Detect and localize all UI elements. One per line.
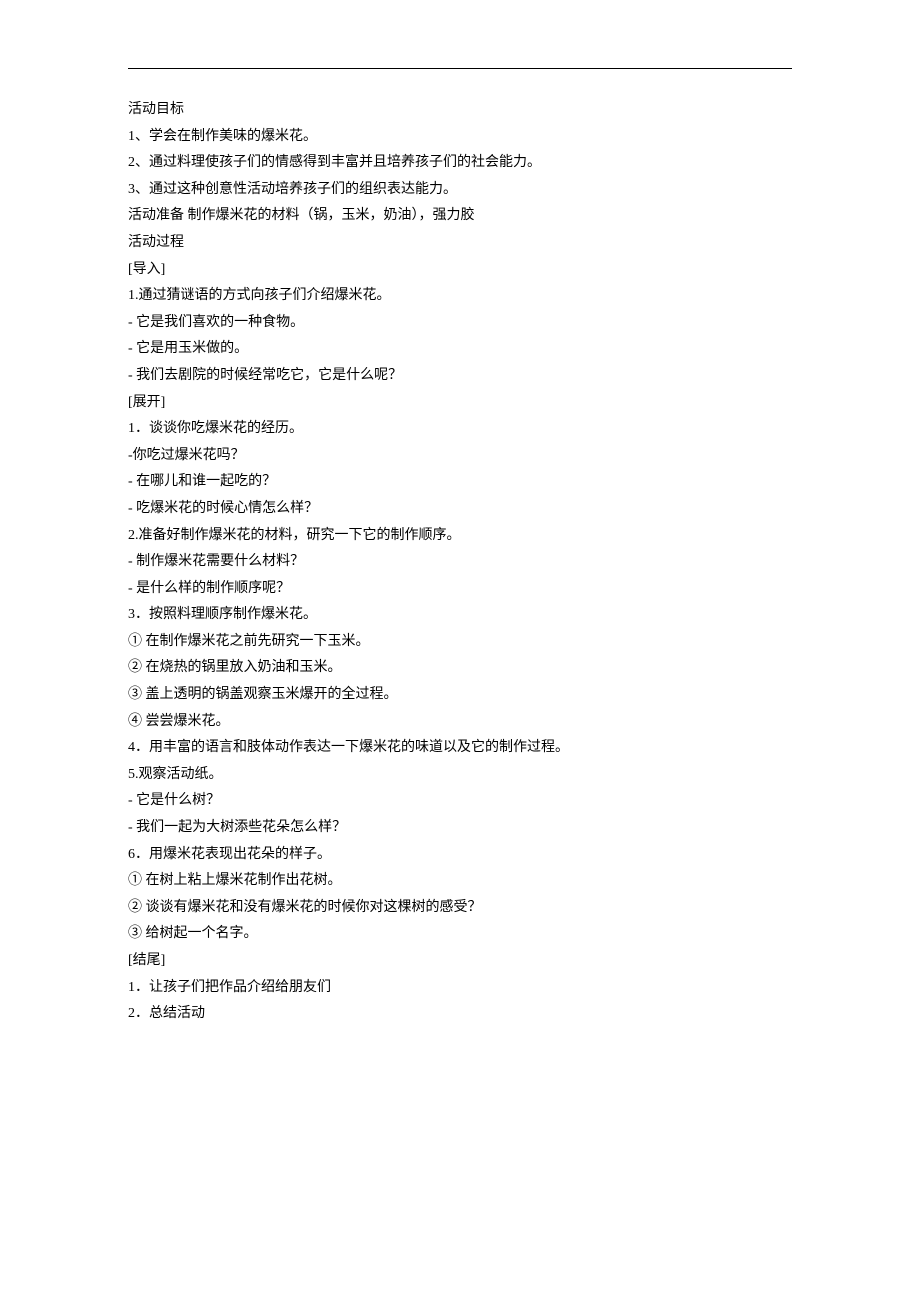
text-line: - 是什么样的制作顺序呢？ [128,576,792,603]
document-page: 活动目标 1、学会在制作美味的爆米花。 2、通过料理使孩子们的情感得到丰富并且培… [0,0,920,1302]
top-rule [128,68,792,69]
text-line: 活动准备 制作爆米花的材料（锅，玉米，奶油），强力胶 [128,203,792,230]
text-line: [结尾] [128,948,792,975]
text-line: [展开] [128,390,792,417]
text-line: ③ 给树起一个名字。 [128,921,792,948]
text-line: - 它是什么树？ [128,788,792,815]
text-line: 3．按照料理顺序制作爆米花。 [128,602,792,629]
text-line: 1．让孩子们把作品介绍给朋友们 [128,975,792,1002]
text-line: ② 谈谈有爆米花和没有爆米花的时候你对这棵树的感受？ [128,895,792,922]
text-line: 4．用丰富的语言和肢体动作表达一下爆米花的味道以及它的制作过程。 [128,735,792,762]
text-line: -你吃过爆米花吗？ [128,443,792,470]
text-line: - 我们去剧院的时候经常吃它，它是什么呢？ [128,363,792,390]
text-line: 1．谈谈你吃爆米花的经历。 [128,416,792,443]
text-line: - 制作爆米花需要什么材料？ [128,549,792,576]
text-line: 6．用爆米花表现出花朵的样子。 [128,842,792,869]
text-line: [导入] [128,257,792,284]
text-line: 3、通过这种创意性活动培养孩子们的组织表达能力。 [128,177,792,204]
document-content: 活动目标 1、学会在制作美味的爆米花。 2、通过料理使孩子们的情感得到丰富并且培… [128,97,792,1028]
text-line: 2．总结活动 [128,1001,792,1028]
text-line: ① 在制作爆米花之前先研究一下玉米。 [128,629,792,656]
text-line: 1.通过猜谜语的方式向孩子们介绍爆米花。 [128,283,792,310]
text-line: 活动过程 [128,230,792,257]
text-line: - 我们一起为大树添些花朵怎么样？ [128,815,792,842]
text-line: - 在哪儿和谁一起吃的？ [128,469,792,496]
text-line: ④ 尝尝爆米花。 [128,709,792,736]
text-line: 2.准备好制作爆米花的材料，研究一下它的制作顺序。 [128,523,792,550]
text-line: - 它是用玉米做的。 [128,336,792,363]
text-line: ② 在烧热的锅里放入奶油和玉米。 [128,655,792,682]
text-line: 活动目标 [128,97,792,124]
text-line: ③ 盖上透明的锅盖观察玉米爆开的全过程。 [128,682,792,709]
text-line: - 吃爆米花的时候心情怎么样？ [128,496,792,523]
text-line: 2、通过料理使孩子们的情感得到丰富并且培养孩子们的社会能力。 [128,150,792,177]
text-line: - 它是我们喜欢的一种食物。 [128,310,792,337]
text-line: 1、学会在制作美味的爆米花。 [128,124,792,151]
text-line: 5.观察活动纸。 [128,762,792,789]
text-line: ① 在树上粘上爆米花制作出花树。 [128,868,792,895]
